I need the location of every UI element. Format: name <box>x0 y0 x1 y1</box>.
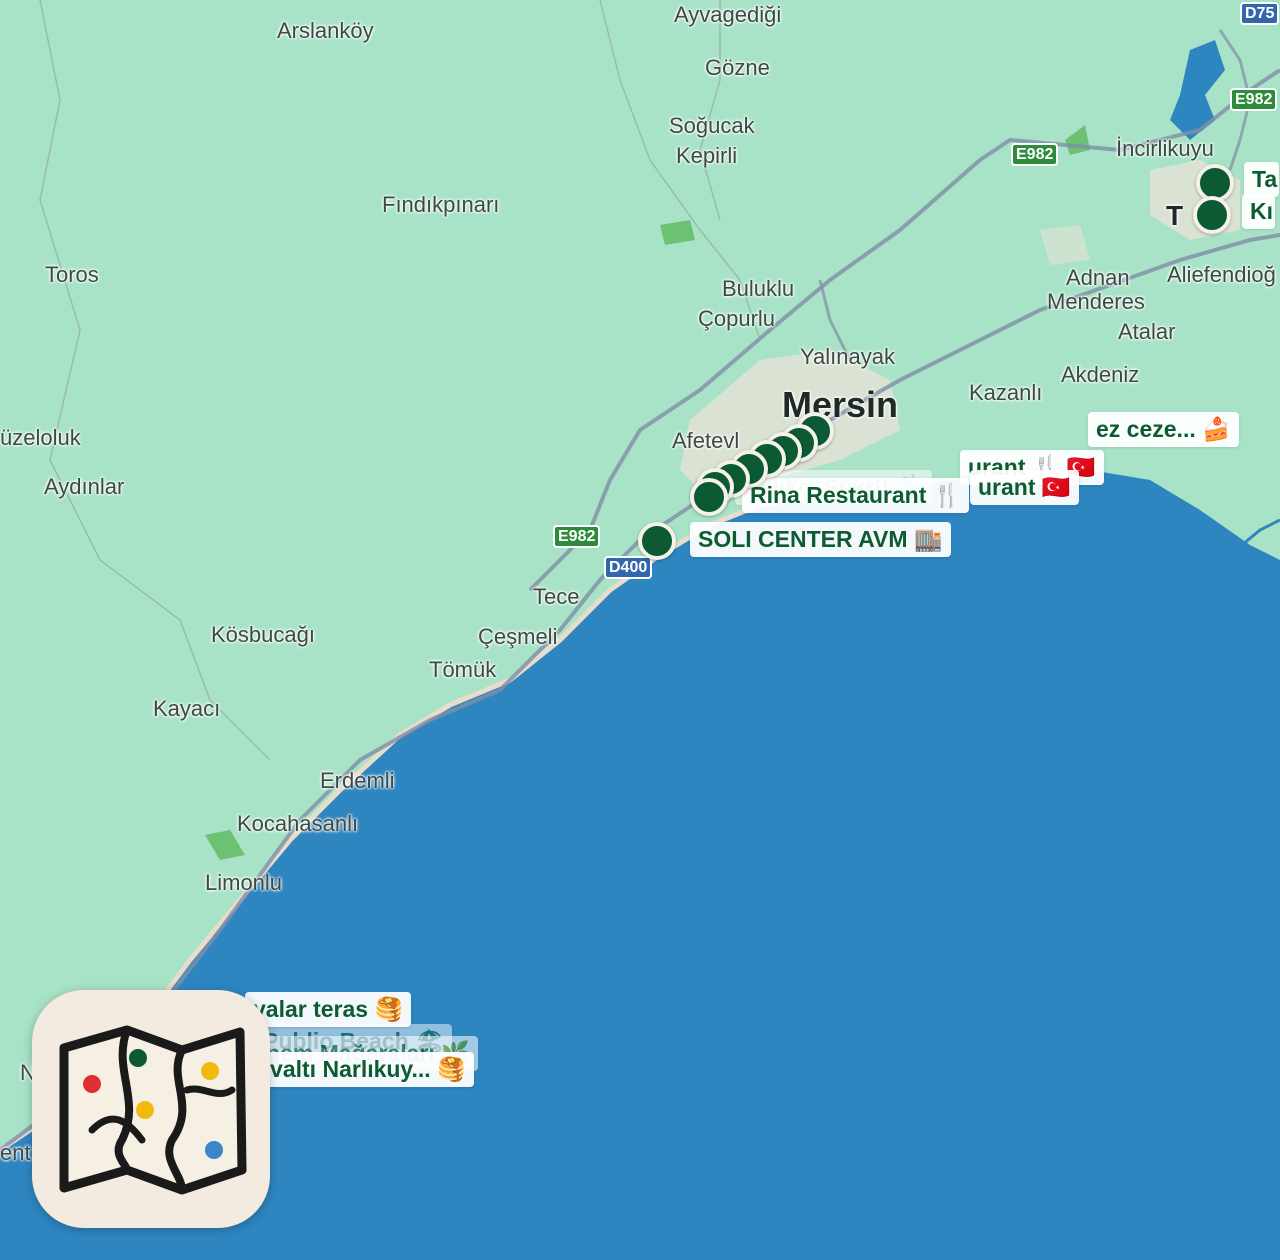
place-label: Erdemli <box>320 768 395 793</box>
place-label: Kazanlı <box>969 380 1043 405</box>
road-shield: D75 <box>1240 2 1280 25</box>
poi-label[interactable]: ez ceze... 🍰 <box>1088 412 1239 447</box>
poi-label[interactable]: SOLI CENTER AVM 🏬 <box>690 522 951 557</box>
poi-label[interactable]: Ta <box>1244 162 1280 197</box>
place-label: Limonlu <box>205 870 283 895</box>
place-label: Adnan <box>1066 265 1130 290</box>
map-pin[interactable] <box>638 522 676 560</box>
poi-label[interactable]: hvaltı Narlıkuy... 🥞 <box>248 1052 474 1087</box>
poi-label[interactable]: urant 🇹🇷 <box>970 470 1079 505</box>
place-label: Kösbucağı <box>211 622 315 647</box>
place-label: Tömük <box>429 657 497 682</box>
map-pin[interactable] <box>1193 196 1231 234</box>
place-label: Buluklu <box>722 276 795 301</box>
place-label: Afetevl <box>672 428 740 453</box>
map-pin[interactable] <box>690 478 728 516</box>
place-label: Arslanköy <box>277 18 374 43</box>
place-label: Kayacı <box>153 696 221 721</box>
place-label: Aydınlar <box>44 474 125 499</box>
place-label: Toros <box>45 262 99 287</box>
place-label: üzeloluk <box>0 425 81 450</box>
city-label-tarsus: T <box>1166 200 1184 231</box>
road-shield: D400 <box>604 556 653 579</box>
place-label: Soğucak <box>669 113 755 138</box>
map-app-icon[interactable] <box>32 990 270 1228</box>
place-label: İncirlikuyu <box>1116 136 1214 161</box>
place-label: Fındıkpınarı <box>382 192 500 217</box>
place-label: Akdeniz <box>1061 362 1140 387</box>
place-label: Tece <box>533 584 580 609</box>
road-shield: E982 <box>1230 88 1278 111</box>
place-label: Atalar <box>1118 319 1176 344</box>
poi-label[interactable]: Kı <box>1242 194 1275 229</box>
place-label: Gözne <box>705 55 770 80</box>
place-label: Yalınayak <box>800 344 895 369</box>
place-label: Ayvagediği <box>674 2 782 27</box>
poi-label[interactable]: Rina Restaurant 🍴 <box>742 478 970 513</box>
road-shield: E982 <box>1011 143 1059 166</box>
place-label: Çeşmeli <box>478 624 558 649</box>
place-label: Çopurlu <box>698 306 776 331</box>
road-shield: E982 <box>553 525 601 548</box>
place-label: Kepirli <box>676 143 738 168</box>
place-label: Menderes <box>1047 289 1145 314</box>
place-label: Aliefendioğ <box>1167 262 1276 287</box>
place-label: Kocahasanlı <box>237 811 359 836</box>
place-label: ent <box>0 1140 31 1165</box>
